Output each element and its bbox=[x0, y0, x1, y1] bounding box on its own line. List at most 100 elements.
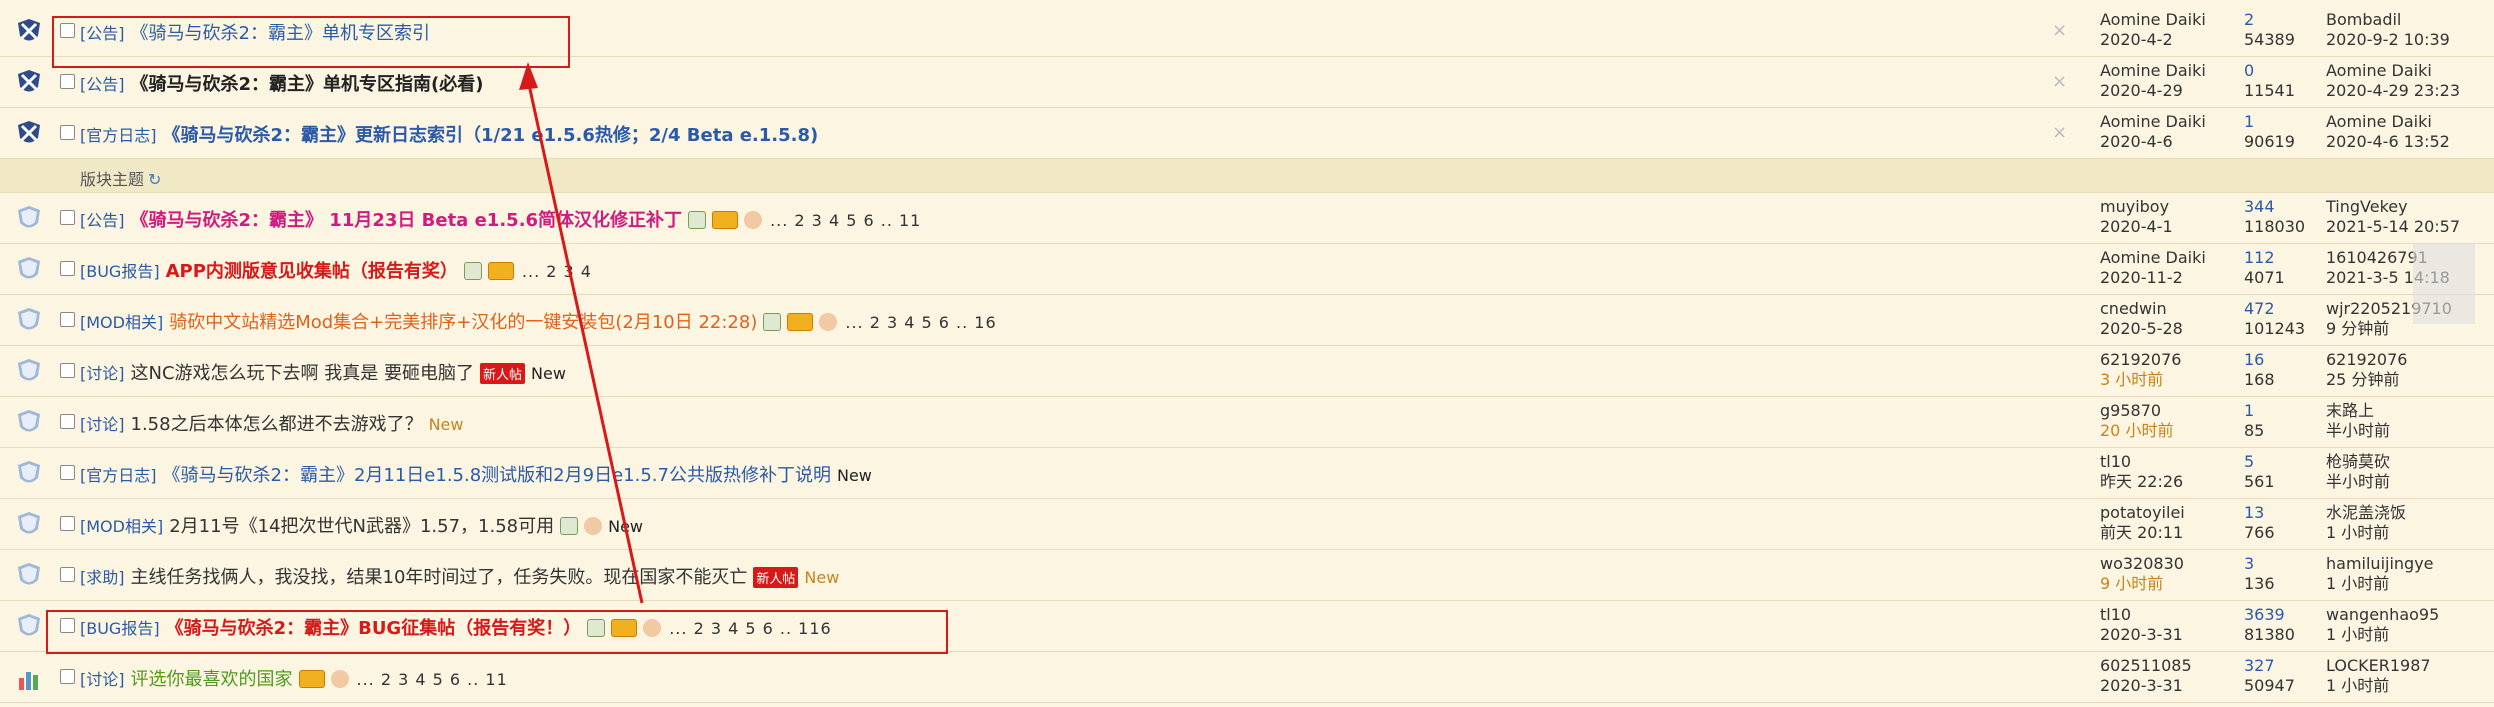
thread-title-link[interactable]: 2月11号《14把次世代N武器》1.57，1.58可用 bbox=[169, 516, 554, 537]
thread-author-primary[interactable]: tl10 bbox=[2100, 605, 2183, 625]
thread-checkbox[interactable] bbox=[60, 414, 75, 429]
thread-author-primary[interactable]: muyiboy bbox=[2100, 197, 2173, 217]
close-icon[interactable]: × bbox=[2052, 71, 2067, 92]
thread-title-line: [MOD相关] 骑砍中文站精选Mod集合+完美排序+汉化的一键安装包(2月10日 … bbox=[80, 308, 997, 334]
thread-row[interactable]: [讨论] 这NC游戏怎么玩下去啊 我真是 要砸电脑了 新人帖 New 62192076 3… bbox=[0, 346, 2494, 397]
thread-last-post-primary[interactable]: Aomine Daiki bbox=[2326, 112, 2450, 132]
thread-row[interactable]: [官方日志] 《骑马与砍杀2：霸主》2月11日e1.5.8测试版和2月9日e1.5… bbox=[0, 448, 2494, 499]
thread-checkbox[interactable] bbox=[60, 125, 75, 140]
thread-author-primary[interactable]: cnedwin bbox=[2100, 299, 2183, 319]
thread-stats-secondary: 81380 bbox=[2244, 625, 2295, 644]
thread-author-primary[interactable]: Aomine Daiki bbox=[2100, 248, 2206, 268]
thread-row[interactable]: [MOD相关] 骑砍中文站精选Mod集合+完美排序+汉化的一键安装包(2月10日 … bbox=[0, 295, 2494, 346]
thread-author-primary[interactable]: 602511085 bbox=[2100, 656, 2192, 676]
thread-title-link[interactable]: 《骑马与砍杀2：霸主》2月11日e1.5.8测试版和2月9日e1.5.7公共版热… bbox=[163, 465, 831, 486]
thread-checkbox[interactable] bbox=[60, 516, 75, 531]
thread-author-primary[interactable]: potatoyilei bbox=[2100, 503, 2185, 523]
thread-checkbox[interactable] bbox=[60, 312, 75, 327]
thread-title-link[interactable]: 主线任务找俩人，我没找，结果10年时间过了，任务失败。现在国家不能灭亡 bbox=[131, 567, 748, 588]
thread-author-primary[interactable]: 62192076 bbox=[2100, 350, 2181, 370]
thread-author-secondary: 前天 20:11 bbox=[2100, 523, 2184, 542]
new-label: New bbox=[608, 517, 644, 536]
thread-last-post-primary[interactable]: 枪骑莫砍 bbox=[2326, 452, 2390, 472]
close-icon[interactable]: × bbox=[2052, 122, 2067, 143]
thread-category-link[interactable]: [MOD相关] bbox=[80, 313, 163, 332]
thread-row[interactable]: [讨论] 评选你最喜欢的国家 ... 2 3 4 5 6 .. 11 60251108… bbox=[0, 652, 2494, 703]
thread-category-link[interactable]: [求助] bbox=[80, 568, 125, 587]
thread-page-links[interactable]: ... 2 3 4 5 6 .. 16 bbox=[845, 313, 996, 332]
thread-title-link[interactable]: 骑砍中文站精选Mod集合+完美排序+汉化的一键安装包(2月10日 22:28) bbox=[169, 312, 757, 333]
thread-author-primary[interactable]: Aomine Daiki bbox=[2100, 10, 2206, 30]
thread-author-primary[interactable]: Aomine Daiki bbox=[2100, 61, 2206, 81]
thread-author: Aomine Daiki 2020-4-2 bbox=[2100, 10, 2206, 50]
thread-title-link[interactable]: APP内测版意见收集帖（报告有奖） bbox=[166, 261, 458, 282]
thread-row[interactable]: [BUG报告] APP内测版意见收集帖（报告有奖） ... 2 3 4 Aomine … bbox=[0, 244, 2494, 295]
thread-stats-primary: 1 bbox=[2244, 112, 2255, 131]
thread-checkbox[interactable] bbox=[60, 465, 75, 480]
thread-checkbox[interactable] bbox=[60, 669, 75, 684]
thread-row[interactable]: [MOD相关] 2月11号《14把次世代N武器》1.57，1.58可用 New pot… bbox=[0, 499, 2494, 550]
thread-last-post-secondary: 半小时前 bbox=[2326, 472, 2391, 491]
thread-category-link[interactable]: [讨论] bbox=[80, 364, 125, 383]
thread-category-link[interactable]: [BUG报告] bbox=[80, 262, 160, 281]
newbie-post-badge: 新人帖 bbox=[479, 363, 525, 384]
thread-category-link[interactable]: [讨论] bbox=[80, 415, 125, 434]
thread-stats-secondary: 101243 bbox=[2244, 319, 2306, 338]
thread-last-post: Bombadil 2020-9-2 10:39 bbox=[2326, 10, 2450, 50]
thread-title-link[interactable]: 1.58之后本体怎么都进不去游戏了？ bbox=[131, 414, 423, 435]
thread-page-links[interactable]: ... 2 3 4 5 6 .. 11 bbox=[770, 211, 921, 230]
poll-icon bbox=[16, 664, 42, 692]
thread-last-post: 枪骑莫砍 半小时前 bbox=[2326, 452, 2390, 492]
thread-stats: 327 50947 bbox=[2244, 656, 2295, 696]
thread-stats-primary: 5 bbox=[2244, 452, 2255, 471]
thread-title-line: [官方日志] 《骑马与砍杀2：霸主》更新日志索引（1/21 e1.5.6热修；2/… bbox=[80, 121, 818, 147]
thread-checkbox[interactable] bbox=[60, 210, 75, 225]
thread-last-post: Aomine Daiki 2020-4-6 13:52 bbox=[2326, 112, 2450, 152]
thread-last-post-primary[interactable]: wangenhao95 bbox=[2326, 605, 2439, 625]
thread-category-link[interactable]: [官方日志] bbox=[80, 466, 157, 485]
thread-last-post-primary[interactable]: 62192076 bbox=[2326, 350, 2407, 370]
thread-last-post-primary[interactable]: Aomine Daiki bbox=[2326, 61, 2460, 81]
thread-category-link[interactable]: [公告] bbox=[80, 75, 125, 94]
thread-row[interactable]: [讨论] 1.58之后本体怎么都进不去游戏了？ New g95870 20 小时前 1 85… bbox=[0, 397, 2494, 448]
thread-last-post-primary[interactable]: 水泥盖浇饭 bbox=[2326, 503, 2406, 523]
thread-stats: 0 11541 bbox=[2244, 61, 2295, 101]
thread-checkbox[interactable] bbox=[60, 363, 75, 378]
thread-stats: 16 168 bbox=[2244, 350, 2275, 390]
thread-stats-secondary: 11541 bbox=[2244, 81, 2295, 100]
thread-row[interactable]: [公告] 《骑马与砍杀2：霸主》 11月23日 Beta e1.5.6简体汉化修正… bbox=[0, 193, 2494, 244]
thread-last-post-primary[interactable]: hamiluijingye bbox=[2326, 554, 2434, 574]
thread-title-link[interactable]: 《骑马与砍杀2：霸主》更新日志索引（1/21 e1.5.6热修；2/4 Beta… bbox=[163, 125, 819, 146]
close-icon[interactable]: × bbox=[2052, 20, 2067, 41]
attachment-image-icon bbox=[688, 211, 707, 229]
thread-category-link[interactable]: [公告] bbox=[80, 211, 125, 230]
back-to-top-button[interactable] bbox=[2413, 244, 2475, 324]
thread-row[interactable]: [求助] 主线任务找俩人，我没找，结果10年时间过了，任务失败。现在国家不能灭亡新… bbox=[0, 550, 2494, 601]
thread-last-post-primary[interactable]: TingVekey bbox=[2326, 197, 2460, 217]
thread-author-secondary: 9 小时前 bbox=[2100, 574, 2164, 593]
thread-author-primary[interactable]: wo320830 bbox=[2100, 554, 2184, 574]
thread-row[interactable]: [官方日志] 《骑马与砍杀2：霸主》更新日志索引（1/21 e1.5.6热修；2/… bbox=[0, 108, 2494, 159]
thread-author-primary[interactable]: tl10 bbox=[2100, 452, 2183, 472]
thread-category-link[interactable]: [MOD相关] bbox=[80, 517, 163, 536]
thread-checkbox[interactable] bbox=[60, 567, 75, 582]
thread-category-link[interactable]: [官方日志] bbox=[80, 126, 157, 145]
attachment-image-icon bbox=[763, 313, 782, 331]
thread-page-links[interactable]: ... 2 3 4 bbox=[522, 262, 592, 281]
thread-title-link[interactable]: 评选你最喜欢的国家 bbox=[131, 669, 293, 690]
thread-last-post-primary[interactable]: 末路上 bbox=[2326, 401, 2390, 421]
thread-title-link[interactable]: 《骑马与砍杀2：霸主》 11月23日 Beta e1.5.6简体汉化修正补丁 bbox=[131, 210, 683, 231]
thread-checkbox[interactable] bbox=[60, 261, 75, 276]
thread-last-post-primary[interactable]: Bombadil bbox=[2326, 10, 2450, 30]
refresh-icon[interactable]: ↻ bbox=[148, 170, 161, 189]
thread-category-link[interactable]: [讨论] bbox=[80, 670, 125, 689]
thread-author-primary[interactable]: Aomine Daiki bbox=[2100, 112, 2206, 132]
thread-page-links[interactable]: ... 2 3 4 5 6 .. 11 bbox=[357, 670, 508, 689]
thread-title-line: [讨论] 这NC游戏怎么玩下去啊 我真是 要砸电脑了 新人帖 New bbox=[80, 359, 566, 385]
thread-checkbox[interactable] bbox=[60, 74, 75, 89]
thread-title-link[interactable]: 这NC游戏怎么玩下去啊 我真是 要砸电脑了 bbox=[131, 363, 474, 384]
thread-author-primary[interactable]: g95870 bbox=[2100, 401, 2173, 421]
thread-title-link[interactable]: 《骑马与砍杀2：霸主》单机专区指南(必看) bbox=[131, 74, 484, 95]
thread-last-post-primary[interactable]: LOCKER1987 bbox=[2326, 656, 2431, 676]
new-label: New bbox=[428, 415, 464, 434]
